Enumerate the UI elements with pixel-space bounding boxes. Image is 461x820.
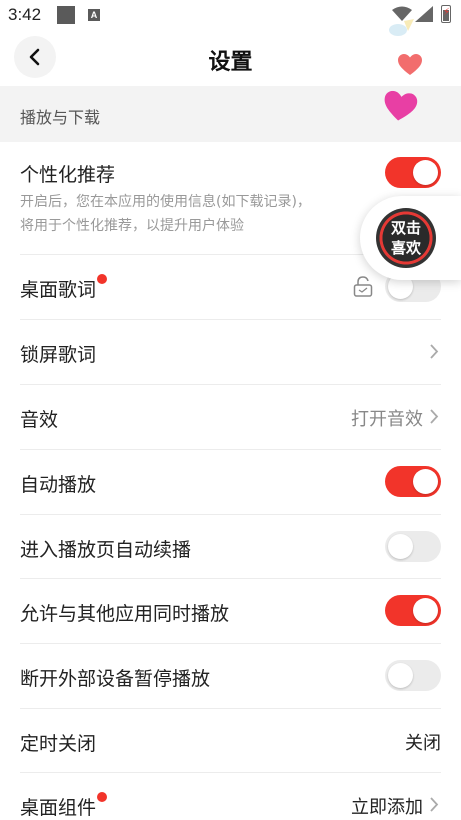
settings-row-sleep-timer[interactable]: 定时关闭 关闭 <box>20 708 441 773</box>
pause-on-disconnect-toggle[interactable] <box>385 660 441 691</box>
settings-row-pause-on-disconnect: 断开外部设备暂停播放 <box>20 643 441 709</box>
page-title: 设置 <box>208 50 253 75</box>
row-label: 桌面组件 <box>20 797 97 819</box>
settings-row-lock-lyrics[interactable]: 锁屏歌词 <box>20 319 441 385</box>
status-time: 3:42 <box>8 5 42 24</box>
autoplay-toggle[interactable] <box>385 466 441 497</box>
section-title: 播放与下载 <box>20 108 101 127</box>
description-line: 将用于个性化推荐，以提升用户体验 <box>20 218 244 234</box>
new-badge-dot <box>97 792 107 802</box>
new-badge-dot <box>97 274 107 284</box>
row-value: 关闭 <box>405 733 441 754</box>
settings-row-desktop-widget[interactable]: 桌面组件 立即添加 <box>20 772 441 819</box>
chevron-right-icon <box>430 409 439 424</box>
unlock-icon[interactable] <box>353 276 373 298</box>
notification-icon <box>57 6 75 24</box>
settings-row-autoplay: 自动播放 <box>20 449 441 515</box>
row-value: 打开音效 <box>351 409 423 430</box>
play-with-others-toggle[interactable] <box>385 595 441 626</box>
chevron-right-icon <box>430 344 439 359</box>
row-label: 桌面歌词 <box>20 279 97 301</box>
heart-icon <box>398 54 422 75</box>
row-label: 个性化推荐 <box>20 164 116 186</box>
settings-row-sound-effect[interactable]: 音效 打开音效 <box>20 384 441 450</box>
row-label: 音效 <box>20 409 59 431</box>
heart-icon <box>389 19 414 36</box>
header: 设置 <box>0 32 461 86</box>
row-value: 立即添加 <box>351 797 423 818</box>
signal-icon <box>415 6 433 22</box>
double-tap-like-button[interactable]: 双击 喜欢 <box>360 196 461 280</box>
settings-row-auto-continue: 进入播放页自动续播 <box>20 514 441 579</box>
accessibility-icon: A <box>88 9 100 21</box>
settings-row-play-with-others: 允许与其他应用同时播放 <box>20 578 441 644</box>
vinyl-disc-icon: 双击 喜欢 <box>376 208 436 268</box>
row-label: 自动播放 <box>20 474 97 496</box>
row-description: 开启后，您在本应用的使用信息(如下载记录)， 将用于个性化推荐，以提升用户体验 <box>20 190 311 238</box>
row-label: 锁屏歌词 <box>20 344 97 366</box>
battery-icon: ⚡ <box>441 5 451 23</box>
row-label: 定时关闭 <box>20 733 97 755</box>
like-text-line1: 双击 <box>390 219 421 237</box>
row-label: 进入播放页自动续播 <box>20 539 192 561</box>
personalized-toggle[interactable] <box>385 157 441 188</box>
chevron-right-icon <box>430 797 439 812</box>
heart-icon <box>384 90 418 121</box>
row-label: 允许与其他应用同时播放 <box>20 603 230 625</box>
description-line: 开启后，您在本应用的使用信息(如下载记录)， <box>20 194 311 210</box>
auto-continue-toggle[interactable] <box>385 531 441 562</box>
like-text-line2: 喜欢 <box>390 239 421 257</box>
row-label: 断开外部设备暂停播放 <box>20 668 211 690</box>
